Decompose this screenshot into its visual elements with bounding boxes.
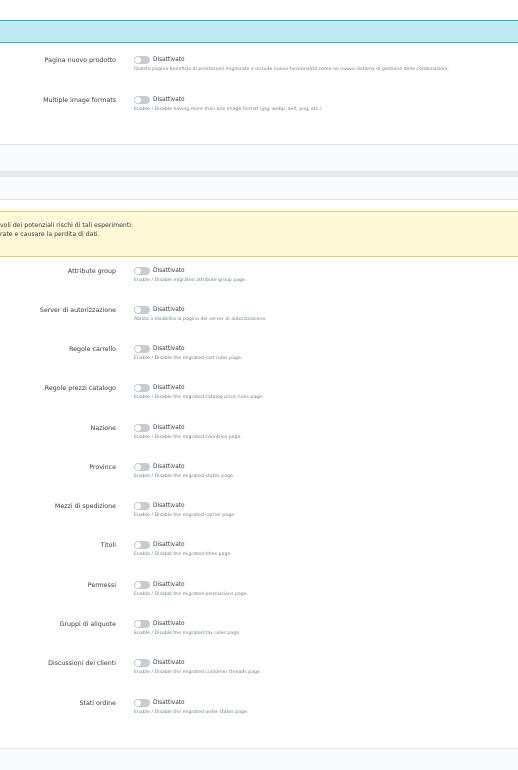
- toggle-state: Disattivato: [153, 582, 185, 588]
- setting-label: Nazione: [90, 425, 116, 432]
- toggle-knob: [135, 268, 141, 274]
- states-toggle[interactable]: [134, 463, 150, 471]
- setting-label: Titoli: [100, 542, 116, 549]
- titles-toggle[interactable]: [134, 541, 150, 549]
- tax-rules-groups-toggle[interactable]: [134, 620, 150, 628]
- setting-label: Multiple image formats: [43, 97, 116, 104]
- setting-help: Abilita o disabilita la pagina del serve…: [134, 317, 267, 322]
- setting-label: Mezzi di spedizione: [54, 503, 116, 510]
- setting-row-order-states: Stati ordine Disattivato Enable / Disabl…: [0, 698, 518, 728]
- cart-rules-toggle[interactable]: [134, 345, 150, 353]
- toggle-state: Disattivato: [153, 97, 185, 103]
- toggle-state: Disattivato: [153, 268, 185, 274]
- experimental-features-card: voli dei potenziali rischi di tali esper…: [0, 177, 518, 769]
- setting-label: Stati ordine: [79, 700, 117, 707]
- setting-row-countries: Nazione Disattivato Enable / Disable the…: [0, 423, 518, 453]
- order-states-toggle[interactable]: [134, 699, 150, 707]
- customer-threads-toggle[interactable]: [134, 659, 150, 667]
- toggle-state: Disattivato: [153, 464, 185, 470]
- setting-label: Regole carrello: [69, 346, 116, 353]
- setting-help: Enable / Disable the migrated countries …: [134, 435, 242, 440]
- toggle-knob: [135, 97, 141, 103]
- info-alert: [0, 20, 518, 43]
- setting-row-carriers: Mezzi di spedizione Disattivato Enable /…: [0, 501, 518, 531]
- setting-help: Questa pagina beneficia di prestazioni m…: [134, 67, 449, 72]
- card-header: [0, 177, 518, 200]
- setting-help: Enable / Disable the migrated catalog pr…: [134, 395, 264, 400]
- setting-label: Regole prezzi catalogo: [44, 385, 116, 392]
- toggle-state: Disattivato: [153, 503, 185, 509]
- setting-label: Discussioni dei clienti: [48, 660, 116, 667]
- toggle-state: Disattivato: [153, 700, 185, 706]
- setting-help: Enable / Disable having more than one im…: [134, 107, 322, 112]
- setting-row-states: Province Disattivato Enable / Disable th…: [0, 462, 518, 492]
- toggle-state: Disattivato: [153, 346, 185, 352]
- toggle-knob: [135, 542, 141, 548]
- setting-row-multiple-image-formats: Multiple image formats Disattivato Enabl…: [0, 95, 518, 125]
- toggle-state: Disattivato: [153, 307, 185, 313]
- setting-row-attribute-group: Attribute group Disattivato Enable / Dis…: [0, 266, 518, 296]
- toggle-knob: [135, 425, 141, 431]
- toggle-knob: [135, 621, 141, 627]
- setting-help: Enable / Disable the migrated customer t…: [134, 670, 262, 675]
- setting-label: Gruppi di aliquote: [59, 621, 117, 628]
- toggle-knob: [135, 503, 141, 509]
- toggle-knob: [135, 660, 141, 666]
- setting-row-titles: Titoli Disattivato Enable / Disable the …: [0, 540, 518, 570]
- setting-row-tax-rules-groups: Gruppi di aliquote Disattivato Enable / …: [0, 619, 518, 649]
- setting-label: Province: [89, 464, 116, 471]
- setting-row-cart-rules: Regole carrello Disattivato Enable / Dis…: [0, 344, 518, 374]
- toggle-knob: [135, 57, 141, 63]
- setting-row-permissions: Permessi Disattivato Enable / Disable th…: [0, 580, 518, 610]
- setting-help: Enable / Disable the migrated states pag…: [134, 474, 235, 479]
- setting-label: Pagina nuovo prodotto: [44, 57, 116, 64]
- catalog-price-rules-toggle[interactable]: [134, 384, 150, 392]
- setting-help: Enable / Disable the migrated permission…: [134, 592, 249, 597]
- countries-toggle[interactable]: [134, 424, 150, 432]
- toggle-state: Disattivato: [153, 542, 185, 548]
- setting-row-catalog-price-rules: Regole prezzi catalogo Disattivato Enabl…: [0, 383, 518, 413]
- setting-row-authorization-server: Server di autorizzazione Disattivato Abi…: [0, 305, 518, 335]
- toggle-state: Disattivato: [153, 385, 185, 391]
- toggle-knob: [135, 464, 141, 470]
- setting-label: Server di autorizzazione: [39, 307, 116, 314]
- setting-help: Enable / Disable migrated attribute grou…: [134, 278, 247, 283]
- setting-label: Permessi: [87, 582, 116, 589]
- setting-row-new-product-page: Pagina nuovo prodotto Disattivato Questa…: [0, 55, 518, 85]
- toggle-state: Disattivato: [153, 425, 185, 431]
- toggle-state: Disattivato: [153, 57, 185, 63]
- setting-help: Enable / Disable the migrated tax rules …: [134, 631, 241, 636]
- warning-alert: voli dei potenziali rischi di tali esper…: [0, 211, 518, 257]
- toggle-knob: [135, 385, 141, 391]
- setting-help: Enable / Disable the migrated order stat…: [134, 710, 249, 715]
- toggle-state: Disattivato: [153, 660, 185, 666]
- setting-row-customer-threads: Discussioni dei clienti Disattivato Enab…: [0, 658, 518, 688]
- permissions-toggle[interactable]: [134, 581, 150, 589]
- toggle-knob: [135, 582, 141, 588]
- toggle-knob: [135, 700, 141, 706]
- setting-help: Enable / Disable the migrated titles pag…: [134, 552, 232, 557]
- carriers-toggle[interactable]: [134, 502, 150, 510]
- setting-help: Enable / Disable the migrated cart rules…: [134, 356, 243, 361]
- new-product-page-toggle[interactable]: [134, 56, 150, 64]
- authorization-server-toggle[interactable]: [134, 306, 150, 314]
- toggle-state: Disattivato: [153, 621, 185, 627]
- warning-text-line-2: rate e causare la perdita di dati.: [0, 231, 100, 238]
- setting-help: Enable / Disable the migrated carrier pa…: [134, 513, 236, 518]
- setting-label: Attribute group: [67, 268, 116, 275]
- multiple-image-formats-toggle[interactable]: [134, 96, 150, 104]
- card-footer: [0, 748, 518, 770]
- toggle-knob: [135, 346, 141, 352]
- new-features-card: Pagina nuovo prodotto Disattivato Questa…: [0, 8, 518, 178]
- attribute-group-toggle[interactable]: [134, 267, 150, 275]
- toggle-knob: [135, 307, 141, 313]
